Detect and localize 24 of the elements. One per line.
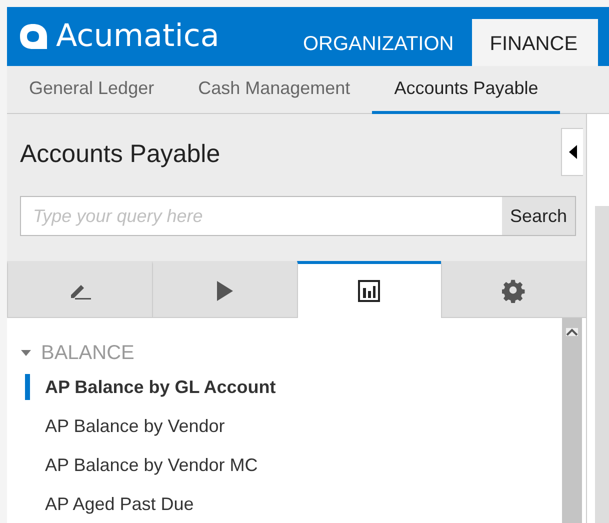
collapse-button[interactable] xyxy=(561,128,583,176)
scroll-up-icon xyxy=(566,328,578,336)
panel-title: Accounts Payable xyxy=(20,139,220,170)
caret-icon xyxy=(21,350,31,356)
logo-text: Acumatica xyxy=(56,18,220,54)
group-label: BALANCE xyxy=(41,342,134,364)
module-tab[interactable]: Cash Management xyxy=(176,66,372,114)
caret-icon xyxy=(568,145,576,159)
play-icon xyxy=(216,280,233,300)
report-link[interactable]: AP Balance by Vendor xyxy=(45,416,225,437)
report-link[interactable]: AP Aged Past Due xyxy=(45,494,194,515)
splitter-bar[interactable] xyxy=(595,206,609,523)
report-link[interactable]: AP Balance by Vendor MC xyxy=(45,455,258,476)
settings-icon xyxy=(502,278,526,302)
module-tab[interactable]: General Ledger xyxy=(7,66,176,114)
report-link[interactable]: AP Balance by GL Account xyxy=(45,377,276,398)
bar-chart-icon xyxy=(358,280,380,302)
menu-tab[interactable]: FINANCE xyxy=(472,19,598,66)
logo-icon xyxy=(19,22,48,50)
scrollbar[interactable] xyxy=(562,318,582,523)
tool-tab[interactable] xyxy=(296,261,442,318)
search-field[interactable]: Type your query here Search xyxy=(20,196,576,236)
search-button[interactable]: Search xyxy=(502,197,575,235)
menu-tab[interactable]: ORGANIZATION xyxy=(285,19,472,66)
